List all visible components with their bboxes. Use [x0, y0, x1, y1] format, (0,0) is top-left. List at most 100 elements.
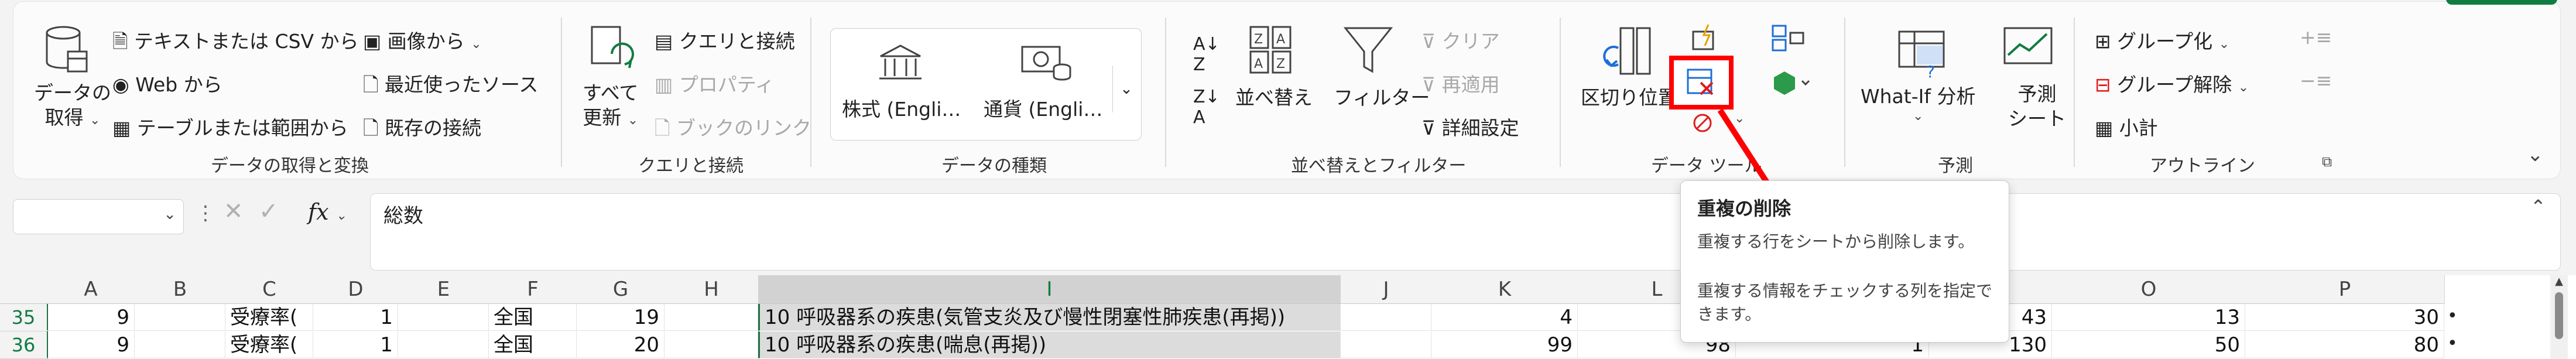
gallery-more-button[interactable]: ⌄: [1112, 66, 1140, 112]
insert-function-button[interactable]: fx ⌄: [308, 199, 347, 225]
edit-links-button[interactable]: 🗋 ブックのリンク: [655, 112, 811, 147]
cancel-icon[interactable]: ✕: [224, 198, 244, 225]
cell-d35[interactable]: 1: [313, 304, 398, 331]
cell-e35[interactable]: [398, 304, 489, 331]
database-icon: [42, 23, 89, 76]
text-to-columns-button[interactable]: 区切り位置: [1581, 82, 1677, 110]
recent-sources-label: 最近使ったソース: [385, 73, 539, 96]
filter-button[interactable]: フィルター: [1334, 82, 1430, 110]
from-text-csv-button[interactable]: 🗎 テキストまたは CSV から: [112, 26, 359, 60]
existing-connections-button[interactable]: 🗋 既存の接続: [363, 112, 481, 147]
sort-button[interactable]: 並べ替え: [1235, 82, 1313, 110]
stocks-button[interactable]: 株式 (Engli…: [842, 94, 961, 122]
cell-j35[interactable]: [1341, 304, 1431, 331]
cell-k36[interactable]: 99: [1431, 331, 1578, 358]
sort-ascending-button[interactable]: A↓ Z: [1193, 34, 1220, 75]
queries-connections-button[interactable]: ▤ クエリと接続: [655, 26, 795, 54]
remove-duplicates-icon: [1686, 67, 1718, 102]
get-data-button[interactable]: データの 取得 ⌄: [34, 81, 111, 133]
subtotal-label: 小計: [2119, 117, 2158, 139]
advanced-filter-button[interactable]: ⊽ 詳細設定: [1421, 112, 1519, 141]
from-web-label: Web から: [135, 73, 222, 96]
corner-select-all[interactable]: [0, 275, 47, 304]
column-header-g[interactable]: G: [577, 275, 665, 304]
cell-p35[interactable]: 30: [2245, 304, 2444, 331]
from-web-button[interactable]: ◉ Web から: [112, 69, 222, 97]
cell-h35[interactable]: [664, 304, 758, 331]
chevron-down-icon: ⌄: [163, 206, 176, 223]
cell-a35[interactable]: 9: [47, 304, 135, 331]
chevron-down-icon: ⌄: [335, 208, 347, 223]
chevron-down-icon: ⌄: [471, 37, 482, 52]
enter-icon[interactable]: ✓: [259, 198, 279, 225]
group-button[interactable]: ⊞ グループ化 ⌄: [2095, 26, 2229, 54]
formula-content: 総数: [383, 204, 423, 228]
column-header-h[interactable]: H: [664, 275, 759, 304]
scroll-thumb[interactable]: [2555, 292, 2563, 339]
cell-p36[interactable]: 80: [2245, 331, 2444, 358]
cell-f36[interactable]: 全国: [489, 331, 577, 358]
column-header-b[interactable]: B: [135, 275, 226, 304]
column-header-f[interactable]: F: [489, 275, 577, 304]
currencies-button[interactable]: 通貨 (Engli…: [984, 94, 1102, 122]
column-header-j[interactable]: J: [1341, 275, 1432, 304]
collapse-ribbon-button[interactable]: ⌄: [2527, 143, 2544, 166]
column-header-e[interactable]: E: [398, 275, 489, 304]
column-header-o[interactable]: O: [2052, 275, 2246, 304]
cell-o36[interactable]: 50: [2052, 331, 2245, 358]
column-header-a[interactable]: A: [47, 275, 135, 304]
expand-formula-bar-icon[interactable]: ⌃: [2530, 196, 2546, 218]
formula-input[interactable]: 総数: [370, 193, 2561, 271]
column-header-d[interactable]: D: [313, 275, 399, 304]
edit-links-label: ブックのリンク: [676, 117, 812, 139]
forecast-sheet-label-2: シート: [2008, 107, 2066, 130]
from-table-button[interactable]: ▦ テーブルまたは範囲から: [112, 112, 348, 141]
picture-icon: ▣: [363, 30, 382, 53]
show-detail-button[interactable]: +≡: [2300, 26, 2332, 49]
sort-descending-button[interactable]: Z↓ A: [1193, 87, 1220, 128]
cell-g35[interactable]: 19: [577, 304, 664, 331]
cell-g36[interactable]: 20: [577, 331, 664, 358]
scroll-up-arrow[interactable]: ▲: [2550, 275, 2568, 288]
vertical-scrollbar[interactable]: ▲: [2550, 275, 2568, 359]
cell-b36[interactable]: [135, 331, 225, 358]
row-header-36[interactable]: 36: [0, 331, 48, 359]
cell-a36[interactable]: 9: [47, 331, 135, 358]
cell-c35[interactable]: 受療率(: [225, 304, 313, 331]
cell-o35[interactable]: 13: [2052, 304, 2245, 331]
clear-filter-icon: ⊽: [1421, 30, 1436, 53]
column-header-k[interactable]: K: [1431, 275, 1578, 304]
column-header-c[interactable]: C: [225, 275, 314, 304]
column-header-i[interactable]: I: [758, 275, 1341, 304]
cell-c36[interactable]: 受療率(: [225, 331, 313, 358]
what-if-button[interactable]: What-If 分析 ⌄: [1861, 81, 1975, 124]
cell-k35[interactable]: 4: [1431, 304, 1578, 331]
reapply-button[interactable]: ⊽ 再適用: [1421, 69, 1500, 97]
recent-sources-button[interactable]: 🗋 最近使ったソース: [363, 69, 538, 104]
column-header-p[interactable]: P: [2245, 275, 2445, 304]
cell-h36[interactable]: [664, 331, 758, 358]
forecast-sheet-button[interactable]: 予測 シート: [2008, 82, 2066, 131]
from-picture-button[interactable]: ▣ 画像から ⌄: [363, 26, 482, 54]
cell-b35[interactable]: [135, 304, 225, 331]
cell-f35[interactable]: 全国: [489, 304, 577, 331]
clear-filter-button[interactable]: ⊽ クリア: [1421, 26, 1500, 54]
cell-d36[interactable]: 1: [313, 331, 398, 358]
remove-duplicates-button[interactable]: [1669, 56, 1734, 110]
refresh-all-button[interactable]: すべて 更新 ⌄: [583, 81, 638, 133]
row-header-35[interactable]: 35: [0, 304, 48, 331]
worksheet-grid[interactable]: A B C D E F G H I J K L M N O P 35 9 受療率…: [0, 275, 2576, 359]
name-box[interactable]: ⌄: [13, 199, 184, 234]
cell-i35[interactable]: 10 呼吸器系の疾患(気管支炎及び慢性閉塞性肺疾患(再掲)): [758, 304, 1341, 331]
subtotal-button[interactable]: ▦ 小計: [2095, 112, 2158, 141]
share-button[interactable]: [2446, 0, 2557, 5]
hide-detail-button[interactable]: −≡: [2300, 69, 2332, 92]
properties-button[interactable]: ▥ プロパティ: [655, 69, 775, 97]
ungroup-button[interactable]: ⊟ グループ解除 ⌄: [2095, 69, 2249, 97]
cell-i36[interactable]: 10 呼吸器系の疾患(喘息(再掲)): [758, 331, 1341, 358]
data-model-icon[interactable]: [1770, 69, 1817, 98]
outline-settings-launcher[interactable]: ⧉: [2322, 153, 2332, 170]
cell-j36[interactable]: [1341, 331, 1431, 358]
file-text-icon: 🗎: [112, 30, 128, 53]
cell-e36[interactable]: [398, 331, 489, 358]
